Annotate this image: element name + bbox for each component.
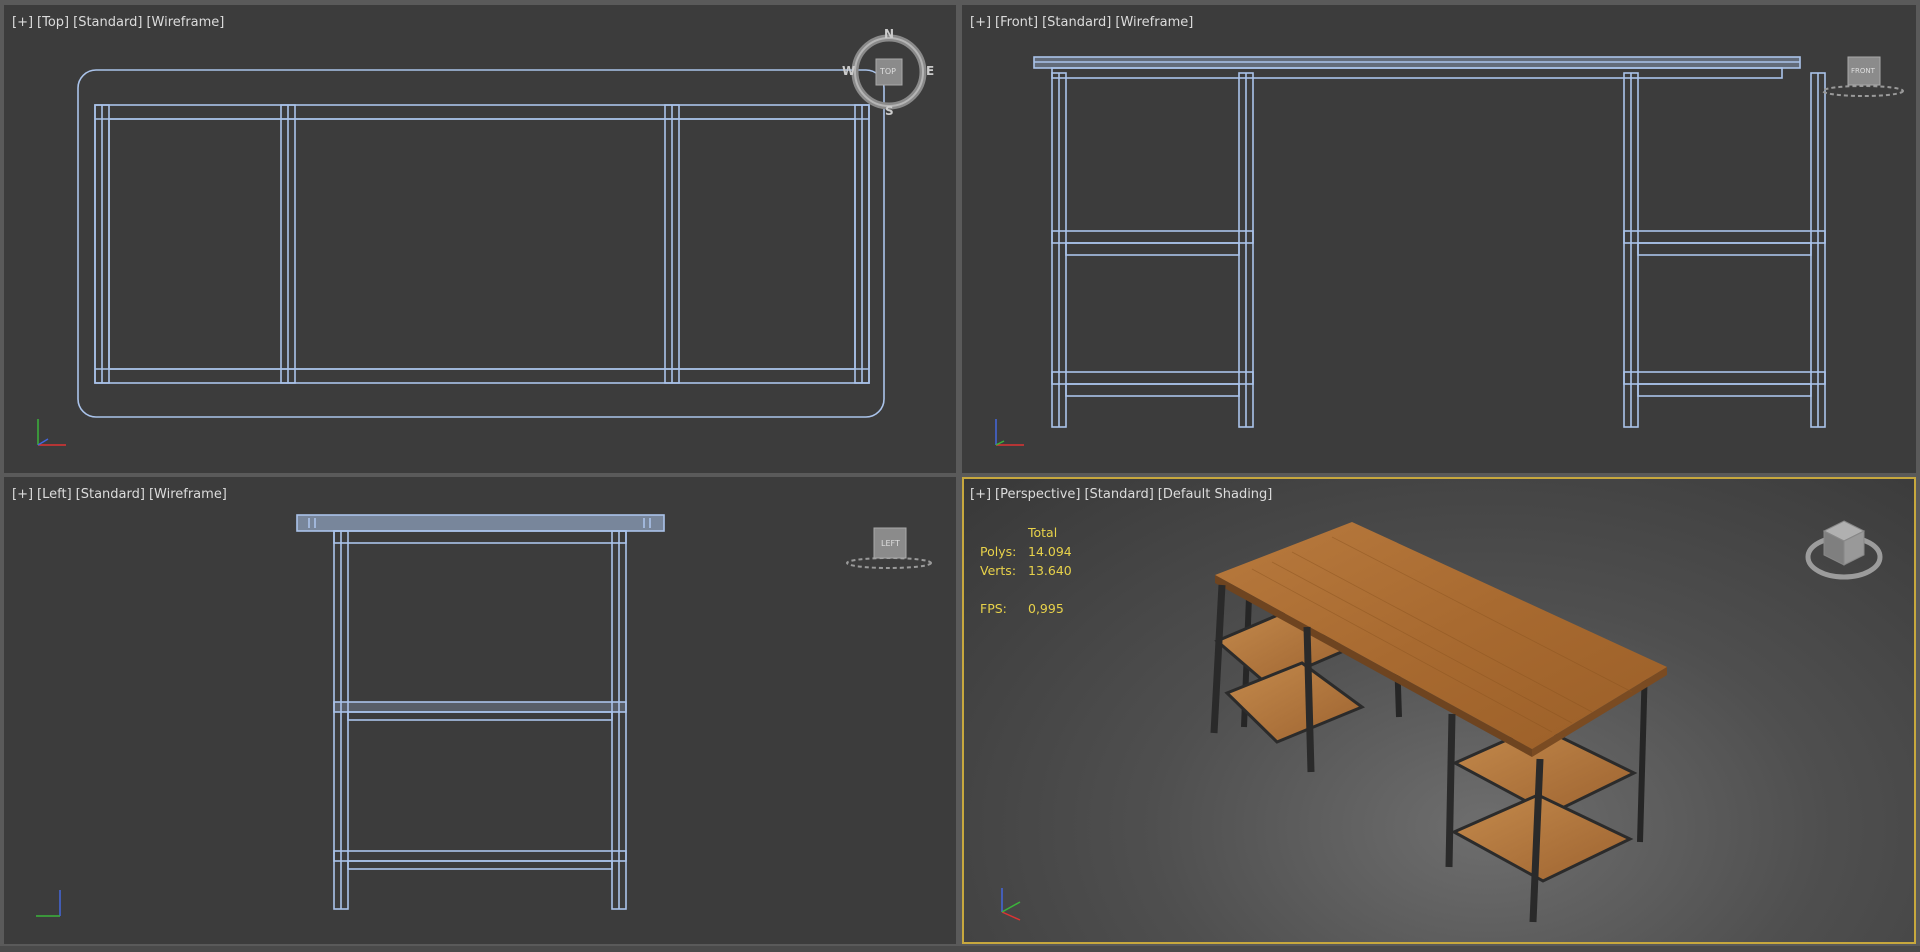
viewport-left-label[interactable]: [+] [Left] [Standard] [Wireframe]: [12, 487, 231, 502]
viewport-front-label[interactable]: [+] [Front] [Standard] [Wireframe]: [970, 15, 1197, 30]
viewport-perspective-label[interactable]: [+] [Perspective] [Standard] [Default Shadi…: [970, 487, 1276, 502]
viewport-plus-menu[interactable]: [+]: [12, 487, 33, 502]
viewport-view-menu[interactable]: [Top]: [37, 15, 69, 30]
viewport-front[interactable]: [+] [Front] [Standard] [Wireframe] FRONT: [962, 5, 1916, 473]
viewport-shading-menu[interactable]: [Wireframe]: [146, 15, 224, 30]
viewport-style-menu[interactable]: [Standard]: [1042, 15, 1111, 30]
viewport-left[interactable]: [+] [Left] [Standard] [Wireframe] LEFT: [4, 477, 956, 944]
viewport-top[interactable]: [+] [Top] [Standard] [Wireframe] TOP N S E …: [4, 5, 956, 473]
viewport-shading-menu[interactable]: [Wireframe]: [149, 487, 227, 502]
top-wireframe: [77, 69, 885, 418]
viewcube-front[interactable]: FRONT: [1818, 53, 1908, 103]
viewport-perspective[interactable]: [+] [Perspective] [Standard] [Default Shadi…: [962, 477, 1916, 944]
viewport-view-menu[interactable]: [Perspective]: [995, 487, 1080, 502]
viewport-style-menu[interactable]: [Standard]: [1084, 487, 1153, 502]
stats-fps-label: FPS:: [980, 601, 1007, 616]
compass-e: E: [926, 64, 935, 78]
compass-s: S: [885, 104, 894, 118]
viewcube-compass[interactable]: TOP N S E W: [842, 27, 935, 118]
viewport-plus-menu[interactable]: [+]: [12, 15, 33, 30]
front-wireframe: [1033, 56, 1826, 428]
compass-n: N: [884, 27, 895, 41]
viewport-style-menu[interactable]: [Standard]: [76, 487, 145, 502]
left-wireframe: [296, 514, 665, 910]
bottom-strip: [0, 946, 1920, 952]
stats-verts-label: Verts:: [980, 563, 1017, 578]
viewport-shading-menu[interactable]: [Default Shading]: [1158, 487, 1273, 502]
viewport-plus-menu[interactable]: [+]: [970, 15, 991, 30]
viewcube-face-top[interactable]: TOP: [880, 67, 896, 76]
scene-statistics: Total Polys: 14.094 Verts: 13.640 FPS: 0,99…: [980, 523, 1072, 618]
stats-polys-label: Polys:: [980, 544, 1017, 559]
axis-triad-icon: [995, 419, 1024, 446]
stats-verts-value: 13.640: [1028, 563, 1072, 578]
axis-triad-icon: [36, 890, 61, 917]
viewcube-perspective[interactable]: [1804, 513, 1884, 587]
stats-header: Total: [1028, 525, 1058, 540]
viewport-view-menu[interactable]: [Left]: [37, 487, 72, 502]
viewport-shading-menu[interactable]: [Wireframe]: [1115, 15, 1193, 30]
viewcube-icon: [1822, 56, 1904, 97]
compass-w: W: [842, 64, 856, 78]
desk-render: [1210, 522, 1667, 923]
viewport-plus-menu[interactable]: [+]: [970, 487, 991, 502]
viewcube-icon: [1805, 520, 1883, 580]
axis-triad-icon: [37, 419, 66, 446]
viewcube-icon: [846, 527, 932, 569]
viewport-style-menu[interactable]: [Standard]: [73, 15, 142, 30]
viewport-view-menu[interactable]: [Front]: [995, 15, 1038, 30]
viewcube-face-left[interactable]: LEFT: [881, 539, 900, 548]
viewcube-left[interactable]: LEFT: [844, 525, 934, 575]
stats-fps-value: 0,995: [1028, 601, 1064, 616]
axis-triad-icon: [1001, 888, 1021, 921]
stats-polys-value: 14.094: [1028, 544, 1072, 559]
viewcube-face-front[interactable]: FRONT: [1851, 67, 1875, 75]
viewport-top-label[interactable]: [+] [Top] [Standard] [Wireframe]: [12, 15, 228, 30]
